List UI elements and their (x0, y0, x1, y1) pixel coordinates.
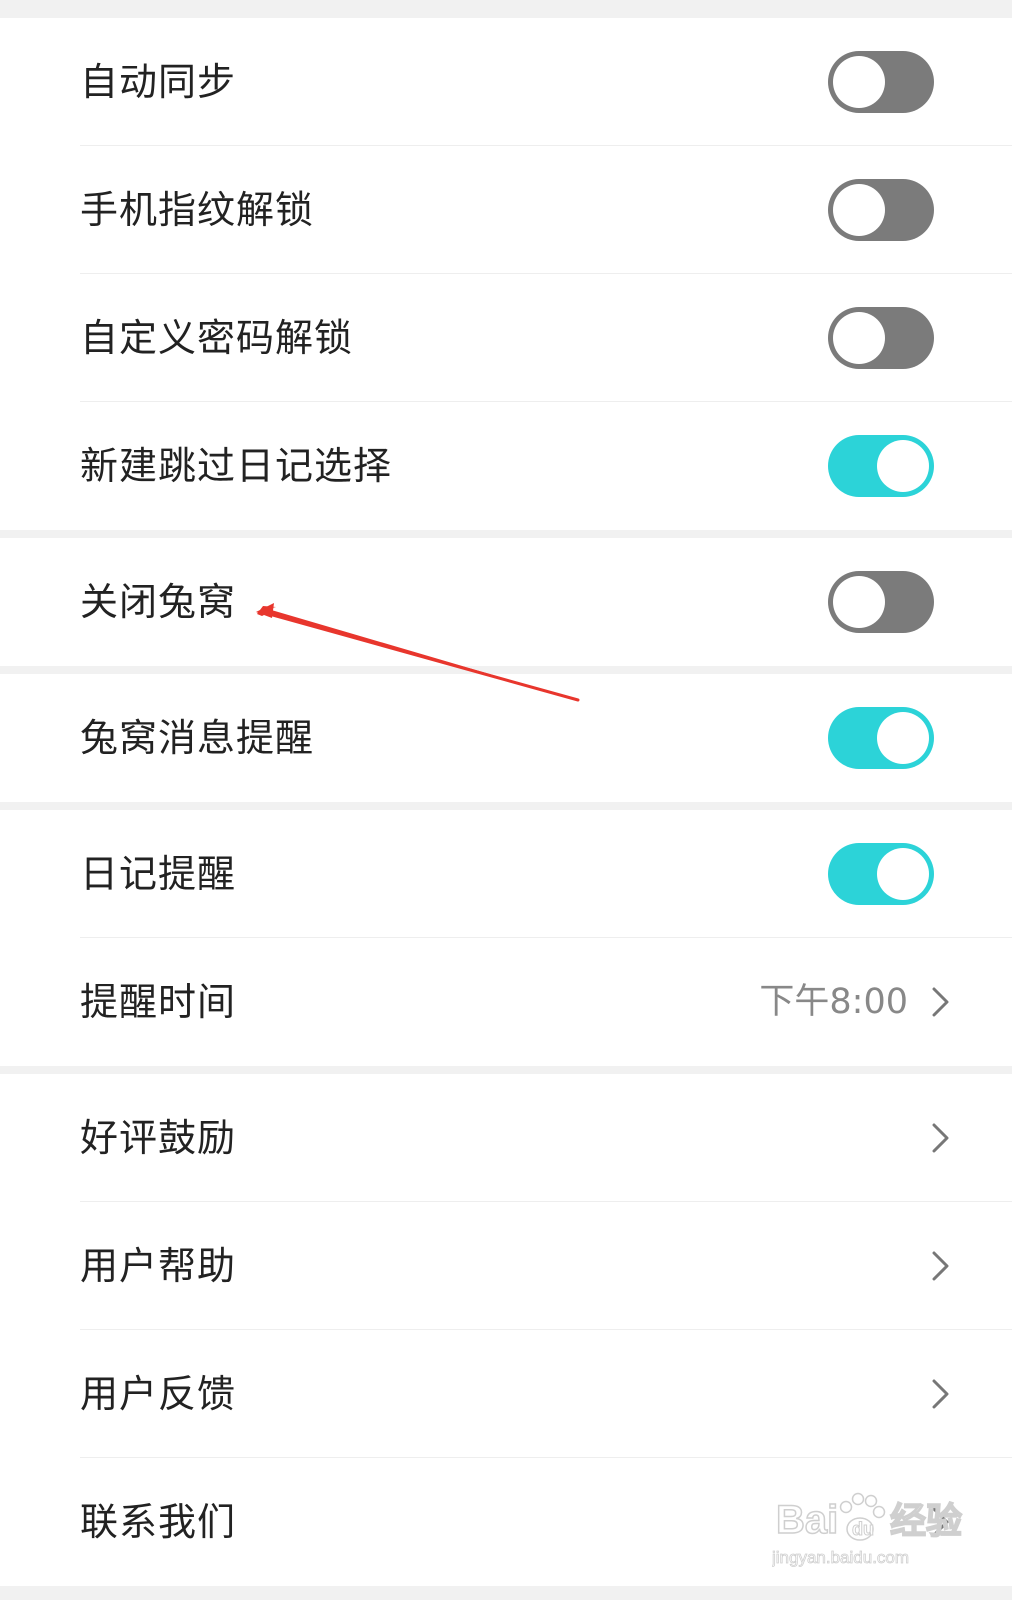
chevron-right-icon (932, 1251, 949, 1281)
diary-reminder-toggle[interactable] (828, 843, 934, 905)
burrow-message-reminder-toggle[interactable] (828, 707, 934, 769)
setting-row-user-help[interactable]: 用户帮助 (0, 1202, 1012, 1330)
toggle-knob (833, 184, 885, 236)
toggle-knob (877, 848, 929, 900)
settings-group-about: 好评鼓励 用户帮助 用户反馈 联系我们 (0, 1074, 1012, 1586)
setting-row-auto-sync[interactable]: 自动同步 (0, 18, 1012, 146)
setting-row-contact-us[interactable]: 联系我们 (0, 1458, 1012, 1586)
chevron-right-icon (932, 1507, 949, 1537)
settings-group-burrow-notify: 兔窝消息提醒 (0, 674, 1012, 802)
setting-row-diary-reminder[interactable]: 日记提醒 (0, 810, 1012, 938)
settings-screen: 自动同步 手机指纹解锁 自定义密码解锁 新建跳过日记选择 关闭兔窝 兔窝消息提醒 (0, 0, 1012, 1600)
setting-label: 兔窝消息提醒 (80, 716, 315, 760)
chevron-right-icon (932, 987, 949, 1017)
setting-label: 联系我们 (80, 1500, 237, 1544)
setting-label: 好评鼓励 (80, 1116, 237, 1160)
chevron-right-icon (932, 1379, 949, 1409)
toggle-knob (833, 576, 885, 628)
setting-row-reminder-time[interactable]: 提醒时间 下午8:00 (0, 938, 1012, 1066)
close-burrow-toggle[interactable] (828, 571, 934, 633)
chevron-right-icon (932, 1123, 949, 1153)
setting-label: 日记提醒 (80, 852, 237, 896)
setting-row-skip-diary-select[interactable]: 新建跳过日记选择 (0, 402, 1012, 530)
reminder-time-value: 下午8:00 (759, 982, 908, 1022)
setting-label: 关闭兔窝 (80, 580, 237, 624)
toggle-knob (877, 712, 929, 764)
setting-row-burrow-message-reminder[interactable]: 兔窝消息提醒 (0, 674, 1012, 802)
custom-password-unlock-toggle[interactable] (828, 307, 934, 369)
skip-diary-select-toggle[interactable] (828, 435, 934, 497)
setting-label: 用户帮助 (80, 1244, 237, 1288)
setting-row-close-burrow[interactable]: 关闭兔窝 (0, 538, 1012, 666)
setting-label: 新建跳过日记选择 (80, 444, 393, 488)
settings-group-diary-reminder: 日记提醒 提醒时间 下午8:00 (0, 810, 1012, 1066)
toggle-knob (833, 312, 885, 364)
setting-row-rate-us[interactable]: 好评鼓励 (0, 1074, 1012, 1202)
setting-row-fingerprint-unlock[interactable]: 手机指纹解锁 (0, 146, 1012, 274)
auto-sync-toggle[interactable] (828, 51, 934, 113)
settings-group-security: 自动同步 手机指纹解锁 自定义密码解锁 新建跳过日记选择 (0, 18, 1012, 530)
fingerprint-unlock-toggle[interactable] (828, 179, 934, 241)
setting-label: 用户反馈 (80, 1372, 237, 1416)
setting-label: 提醒时间 (80, 980, 237, 1024)
settings-group-burrow: 关闭兔窝 (0, 538, 1012, 666)
toggle-knob (877, 440, 929, 492)
setting-label: 手机指纹解锁 (80, 188, 315, 232)
setting-label: 自动同步 (80, 60, 237, 104)
setting-row-custom-password-unlock[interactable]: 自定义密码解锁 (0, 274, 1012, 402)
setting-label: 自定义密码解锁 (80, 316, 354, 360)
toggle-knob (833, 56, 885, 108)
setting-row-user-feedback[interactable]: 用户反馈 (0, 1330, 1012, 1458)
